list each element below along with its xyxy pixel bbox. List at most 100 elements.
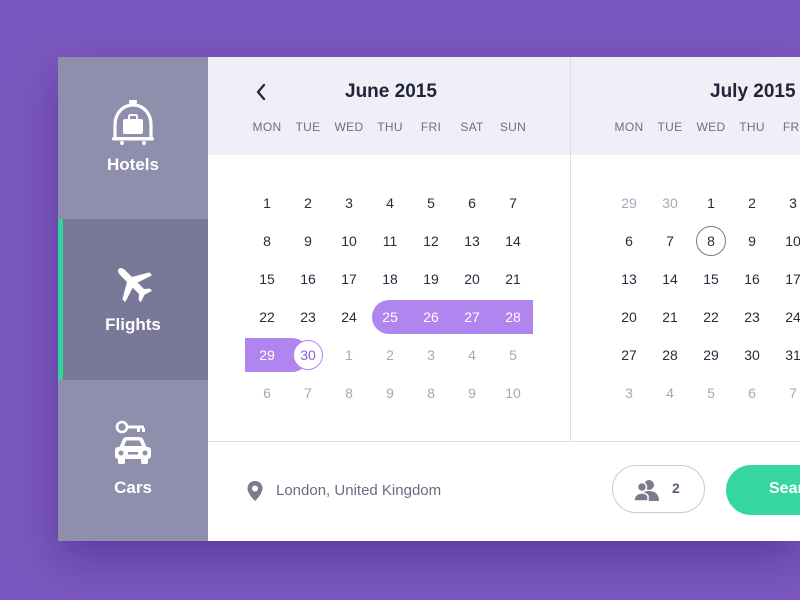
- guests-count: 2: [672, 480, 680, 496]
- calendar-day[interactable]: 31: [776, 340, 800, 370]
- weekday-label: SAT: [460, 120, 484, 134]
- calendar-day[interactable]: 3: [414, 340, 448, 370]
- weekday-label: MON: [252, 120, 282, 134]
- calendar-day[interactable]: 1: [332, 340, 366, 370]
- calendar-day[interactable]: 29: [694, 340, 728, 370]
- guests-selector[interactable]: 2: [612, 465, 705, 513]
- calendar-day[interactable]: 5: [496, 340, 530, 370]
- calendar-day[interactable]: 8: [250, 226, 284, 256]
- weekday-label: TUE: [657, 120, 683, 134]
- calendar-day[interactable]: 27: [455, 302, 489, 332]
- calendar-day[interactable]: 9: [373, 378, 407, 408]
- calendar-day[interactable]: 4: [653, 378, 687, 408]
- calendar-day[interactable]: 6: [735, 378, 769, 408]
- calendar-day[interactable]: 24: [776, 302, 800, 332]
- calendar-day[interactable]: 20: [612, 302, 646, 332]
- calendar-day[interactable]: 10: [332, 226, 366, 256]
- calendar-day[interactable]: 13: [455, 226, 489, 256]
- weekday-label: FRI: [782, 120, 800, 134]
- search-button[interactable]: Search: [726, 465, 800, 515]
- calendar-day[interactable]: 11: [373, 226, 407, 256]
- calendar-day[interactable]: 23: [291, 302, 325, 332]
- weekday-label: MON: [614, 120, 644, 134]
- calendar-day[interactable]: 5: [414, 188, 448, 218]
- search-button-label: Search: [769, 480, 800, 497]
- calendar-day[interactable]: 13: [612, 264, 646, 294]
- sidebar-item-cars[interactable]: Cars: [58, 380, 208, 541]
- calendar-day[interactable]: 9: [455, 378, 489, 408]
- calendar-day[interactable]: 17: [332, 264, 366, 294]
- calendar-header: [208, 57, 800, 155]
- calendar-day[interactable]: 10: [776, 226, 800, 256]
- calendar-day[interactable]: 8: [332, 378, 366, 408]
- footer-divider: [208, 441, 800, 442]
- calendar-day[interactable]: 23: [735, 302, 769, 332]
- calendar-day[interactable]: 20: [455, 264, 489, 294]
- calendar-day[interactable]: 19: [414, 264, 448, 294]
- category-sidebar: Hotels Flights Cars: [58, 57, 208, 541]
- calendar-day[interactable]: 6: [250, 378, 284, 408]
- calendar-day[interactable]: 7: [653, 226, 687, 256]
- calendar-day[interactable]: 16: [735, 264, 769, 294]
- calendar-day[interactable]: 7: [291, 378, 325, 408]
- sidebar-item-flights[interactable]: Flights: [58, 219, 208, 380]
- calendar-day[interactable]: 7: [496, 188, 530, 218]
- calendar-day[interactable]: 18: [373, 264, 407, 294]
- calendar-day[interactable]: 1: [250, 188, 284, 218]
- calendar-day[interactable]: 3: [332, 188, 366, 218]
- calendar-day[interactable]: 3: [612, 378, 646, 408]
- calendar-day[interactable]: 21: [653, 302, 687, 332]
- calendar-day[interactable]: 22: [250, 302, 284, 332]
- calendar-day[interactable]: 26: [414, 302, 448, 332]
- calendar-day[interactable]: 30: [653, 188, 687, 218]
- calendar-day[interactable]: 2: [373, 340, 407, 370]
- weekday-label: THU: [739, 120, 765, 134]
- calendar-day[interactable]: 30: [735, 340, 769, 370]
- calendar-day[interactable]: 2: [735, 188, 769, 218]
- location-text: London, United Kingdom: [276, 482, 442, 499]
- calendar-day[interactable]: 24: [332, 302, 366, 332]
- calendar-day[interactable]: 25: [373, 302, 407, 332]
- calendar-day[interactable]: 15: [694, 264, 728, 294]
- calendar-day[interactable]: 8: [414, 378, 448, 408]
- calendar-day[interactable]: 21: [496, 264, 530, 294]
- calendar-day-range-end[interactable]: 30: [293, 340, 323, 370]
- calendar-day[interactable]: 12: [414, 226, 448, 256]
- calendar-day[interactable]: 3: [776, 188, 800, 218]
- calendar-day[interactable]: 1: [694, 188, 728, 218]
- month-title-june: June 2015: [345, 81, 437, 102]
- calendar-day[interactable]: 6: [612, 226, 646, 256]
- calendar-day[interactable]: 27: [612, 340, 646, 370]
- booking-widget: Hotels Flights Cars June 2015 July 2015 …: [58, 57, 800, 541]
- calendar-day[interactable]: 4: [373, 188, 407, 218]
- calendar-day[interactable]: 14: [496, 226, 530, 256]
- calendar-day[interactable]: 16: [291, 264, 325, 294]
- users-icon: [633, 478, 661, 507]
- hotel-bell-luggage-icon: [111, 99, 155, 150]
- calendar-day[interactable]: 14: [653, 264, 687, 294]
- calendar-day[interactable]: 28: [496, 302, 530, 332]
- calendar-day[interactable]: 6: [455, 188, 489, 218]
- calendar-day[interactable]: 4: [455, 340, 489, 370]
- sidebar-item-label: Hotels: [107, 155, 159, 174]
- weekday-label: WED: [334, 120, 364, 134]
- calendar-day[interactable]: 7: [776, 378, 800, 408]
- prev-month-button[interactable]: [254, 81, 270, 103]
- calendar-day[interactable]: 10: [496, 378, 530, 408]
- calendar-day[interactable]: 2: [291, 188, 325, 218]
- airplane-icon: [111, 261, 155, 310]
- calendar-day[interactable]: 29: [250, 340, 284, 370]
- calendar-day[interactable]: 22: [694, 302, 728, 332]
- calendar-day[interactable]: 17: [776, 264, 800, 294]
- location-field[interactable]: London, United Kingdom: [246, 480, 441, 502]
- calendar-day[interactable]: 5: [694, 378, 728, 408]
- calendar-day[interactable]: 9: [735, 226, 769, 256]
- weekday-label: THU: [377, 120, 403, 134]
- calendar-day[interactable]: 15: [250, 264, 284, 294]
- calendar-day[interactable]: 9: [291, 226, 325, 256]
- calendar-day[interactable]: 29: [612, 188, 646, 218]
- weekday-label: SUN: [499, 120, 527, 134]
- sidebar-item-hotels[interactable]: Hotels: [58, 57, 208, 219]
- calendar-day-today[interactable]: 8: [696, 226, 726, 256]
- calendar-day[interactable]: 28: [653, 340, 687, 370]
